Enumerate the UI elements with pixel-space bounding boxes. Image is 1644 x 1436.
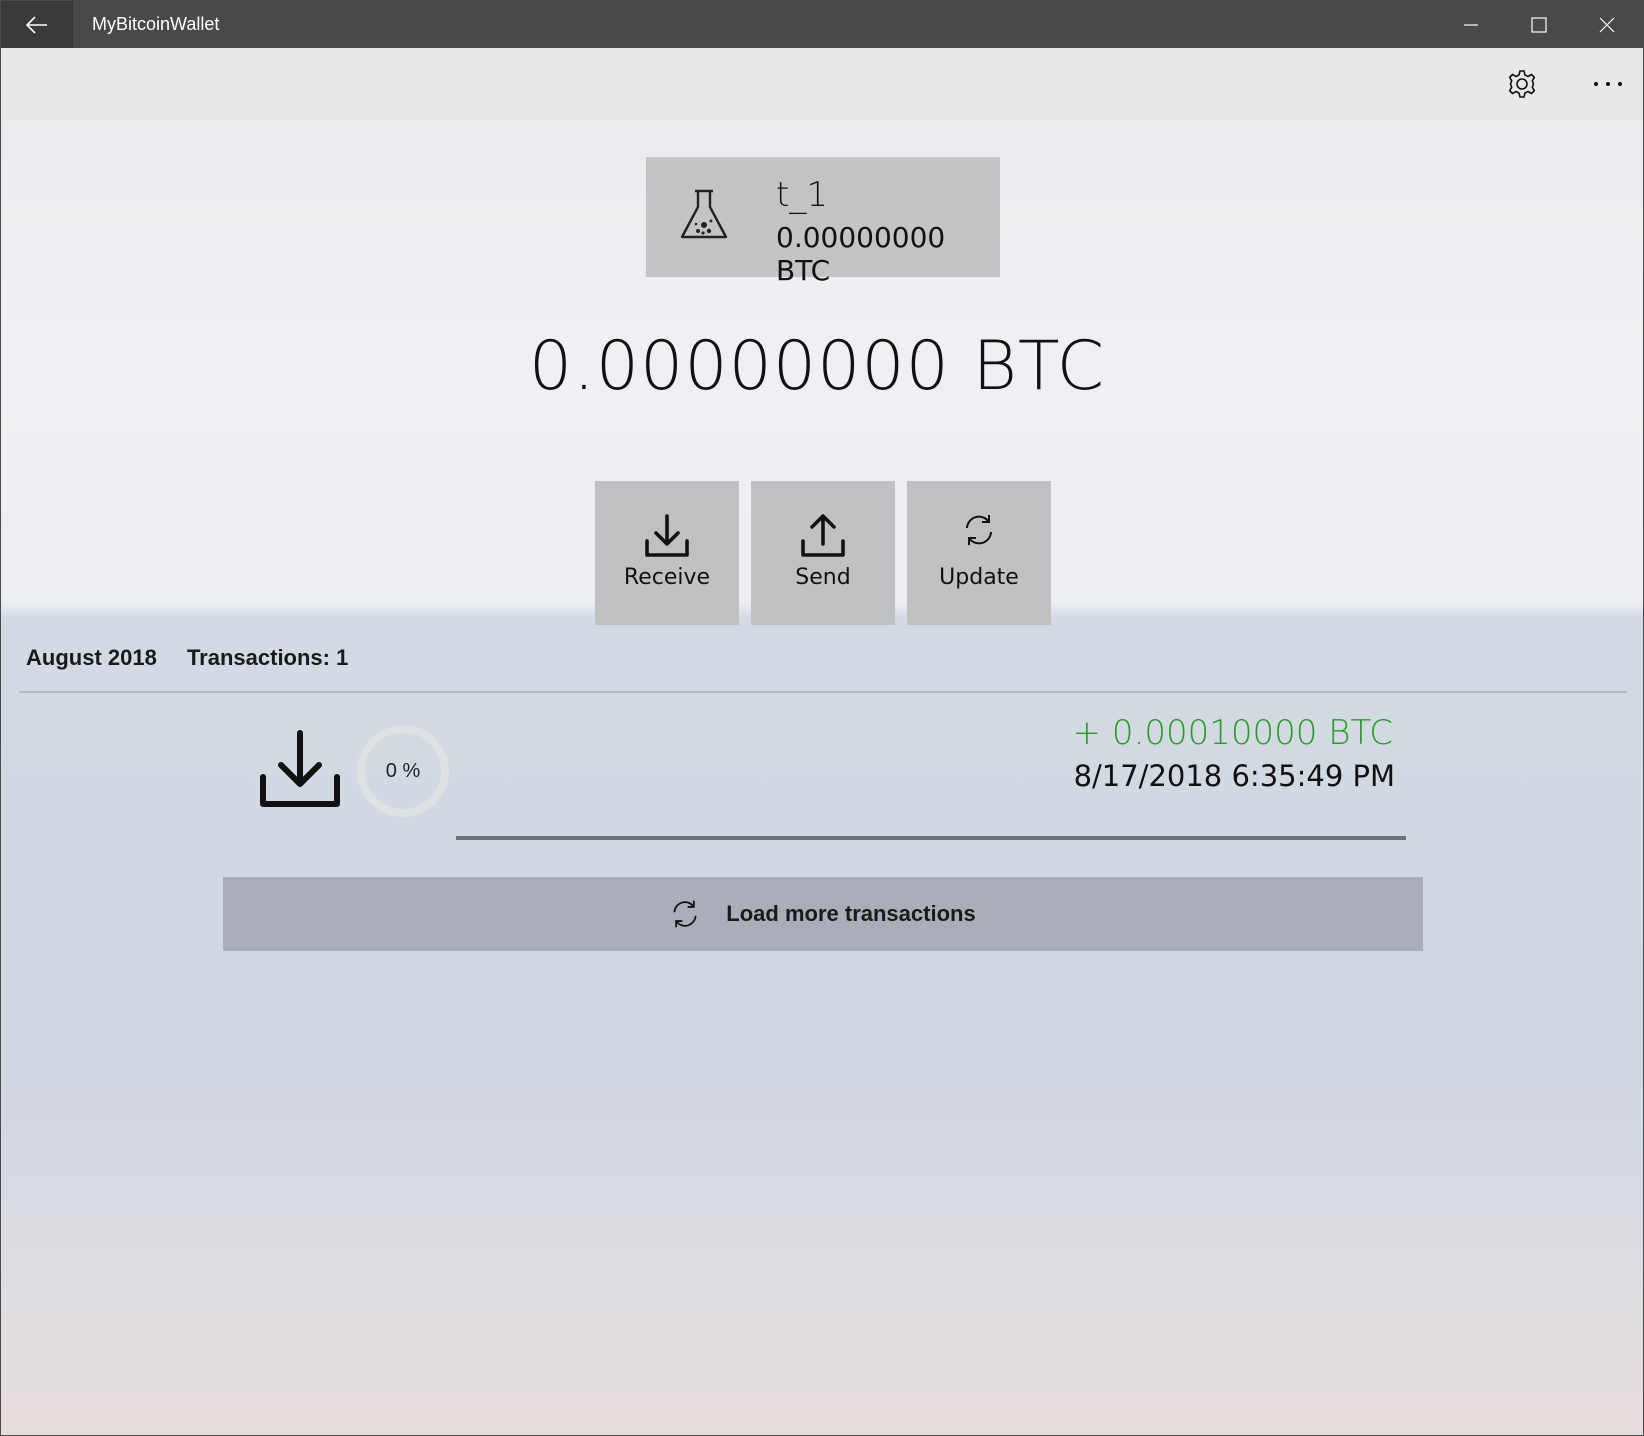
maximize-button[interactable]: [1505, 1, 1573, 48]
update-button[interactable]: Update: [907, 481, 1051, 625]
close-button[interactable]: [1573, 1, 1641, 48]
title-bar: MyBitcoinWallet: [1, 1, 1643, 48]
transaction-underline: [456, 836, 1406, 840]
download-icon: [259, 729, 341, 816]
gear-icon: [1508, 70, 1536, 98]
transactions-count: Transactions: 1: [186, 645, 349, 670]
upload-icon: [751, 513, 895, 559]
back-button[interactable]: [1, 1, 73, 48]
wallet-selector-card[interactable]: t_1 0.00000000 BTC: [646, 157, 1000, 287]
month-label: August 2018: [26, 645, 157, 670]
update-label: Update: [939, 565, 1019, 590]
wallet-name: t_1: [776, 175, 828, 215]
transaction-date: 8/17/2018 6:35:49 PM: [1073, 759, 1395, 793]
minimize-icon: [1464, 23, 1478, 26]
confirmation-progress: 0 %: [385, 760, 421, 782]
app-window: MyBitcoinWallet t_1 0.00000000 BTC 0.000…: [0, 0, 1644, 1436]
download-icon: [595, 513, 739, 559]
refresh-icon: [907, 513, 1051, 547]
settings-button[interactable]: [1479, 48, 1565, 120]
minimize-button[interactable]: [1437, 1, 1505, 48]
receive-label: Receive: [623, 565, 711, 590]
send-label: Send: [795, 565, 851, 590]
maximize-icon: [1531, 16, 1547, 33]
load-more-button[interactable]: Load more transactions: [223, 877, 1423, 951]
load-more-label: Load more transactions: [726, 901, 976, 926]
receive-button[interactable]: Receive: [595, 481, 739, 625]
month-header: August 2018 Transactions: 1: [26, 645, 372, 671]
transaction-amount: + 0.00010000 BTC: [1072, 713, 1393, 753]
more-options-button[interactable]: [1565, 48, 1643, 120]
more-icon: [1594, 82, 1622, 86]
window-title: MyBitcoinWallet: [92, 14, 220, 34]
refresh-icon: [673, 900, 697, 928]
transaction-row[interactable]: 0 % + 0.00010000 BTC 8/17/2018 6:35:49 P…: [1, 693, 1643, 843]
flask-icon: [678, 187, 730, 248]
send-button[interactable]: Send: [751, 481, 895, 625]
close-icon: [1599, 17, 1615, 32]
total-balance: 0.00000000 BTC: [528, 327, 1106, 406]
back-arrow-icon: [26, 15, 47, 34]
command-bar: [1, 48, 1643, 120]
wallet-balance: 0.00000000 BTC: [776, 221, 946, 287]
